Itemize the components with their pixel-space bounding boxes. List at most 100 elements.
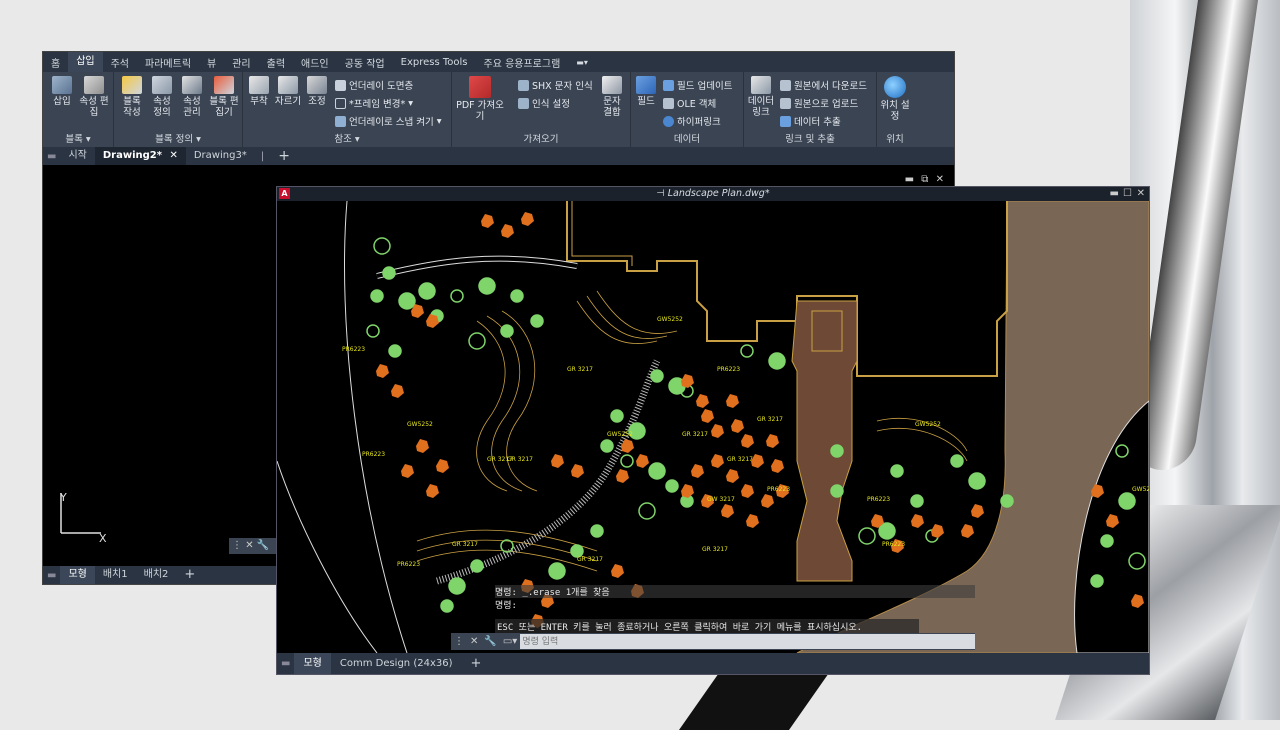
group-location: 위치 설정 위치 [877, 72, 913, 147]
shrub-symbol [931, 524, 944, 538]
field-button[interactable]: 필드 [633, 76, 659, 107]
plant-label: PR6223 [362, 451, 385, 458]
update-icon [663, 79, 674, 91]
field-label: 필드 [637, 96, 655, 107]
x-axis-label: X [99, 532, 107, 545]
customize-wrench-icon[interactable]: 🔧 [257, 540, 269, 551]
tab-output[interactable]: 출력 [259, 55, 293, 70]
plant-label: GR 3217 [682, 431, 708, 438]
hyperlink-item[interactable]: 하이퍼링크 [663, 114, 721, 128]
tab-home[interactable]: 홈 [43, 55, 68, 70]
tab-featured-apps[interactable]: 주요 응용프로그램 [476, 55, 569, 70]
attach-label: 부착 [250, 96, 268, 107]
frame-change-item[interactable]: *프레임 변경* ▾ [335, 96, 413, 110]
new-tab-plus-icon[interactable]: + [270, 147, 298, 165]
clip-button[interactable]: 자르기 [273, 76, 303, 107]
data-link-button[interactable]: 데이터 링크 [746, 76, 776, 118]
close-command-icon[interactable]: ✕ [467, 636, 481, 647]
shrub-symbol [681, 374, 694, 388]
tab-express-tools[interactable]: Express Tools [393, 57, 476, 68]
tab-collaborate[interactable]: 공동 작업 [337, 55, 393, 70]
manage-attributes-icon [182, 76, 202, 94]
minimize-icon[interactable]: ▬ [905, 174, 914, 185]
tab-annotate[interactable]: 주석 [103, 55, 137, 70]
plant-label: GW 3217 [707, 496, 735, 503]
maximize-icon[interactable]: ☐ [1123, 187, 1132, 201]
plant-label: PR6223 [767, 486, 790, 493]
group-label-location: 위치 [886, 134, 904, 145]
adjust-button[interactable]: 조정 [303, 76, 331, 107]
snap-underlay-item[interactable]: 언더레이로 스냅 켜기 ▾ [335, 114, 441, 128]
upload-source-item[interactable]: 원본으로 업로드 [780, 96, 858, 110]
group-label-block[interactable]: 블록 ▾ [43, 131, 113, 145]
panel-toggle-icon[interactable]: ▬▾ [568, 58, 596, 67]
tab-start[interactable]: 시작 [60, 147, 94, 165]
recognition-settings-item[interactable]: 인식 설정 [518, 96, 570, 110]
set-location-button[interactable]: 위치 설정 [880, 76, 910, 122]
tab-drawing2[interactable]: Drawing2* ✕ [94, 147, 186, 165]
tree-symbol [910, 494, 924, 508]
drawing-canvas[interactable]: PR6223 GW5252 GR 3217 GW5252 GR 3217 PR6223 GR… [277, 201, 1149, 653]
tree-symbol [878, 522, 896, 540]
tab-view[interactable]: 뷰 [199, 55, 224, 70]
update-fields-item[interactable]: 필드 업데이트 [663, 78, 732, 92]
close-icon[interactable]: ✕ [169, 150, 177, 161]
tab-layout2[interactable]: 배치2 [136, 566, 177, 584]
group-label-block-def[interactable]: 블록 정의 ▾ [114, 131, 242, 145]
y-axis-label: Y [59, 491, 67, 504]
pdf-icon [469, 76, 491, 98]
close-window-icon[interactable]: ✕ [1137, 187, 1145, 201]
edit-attribute-icon [84, 76, 104, 94]
download-source-item[interactable]: 원본에서 다운로드 [780, 78, 867, 92]
add-layout-plus-icon[interactable]: + [176, 566, 203, 584]
command-prompt-icon[interactable]: ▭▾ [500, 636, 520, 647]
tab-drawing3[interactable]: Drawing3* [186, 147, 255, 165]
pdf-import-button[interactable]: PDF 가져오기 [456, 76, 504, 122]
title-bar: A ⊣ Landscape Plan.dwg* ▬ ☐ ✕ [277, 187, 1149, 201]
plant-label: PR6223 [882, 541, 905, 548]
create-block-button[interactable]: 블록 작성 [118, 76, 146, 118]
plant-label: GW5252 [915, 421, 941, 428]
tab-comm-design[interactable]: Comm Design (24x36) [331, 653, 462, 674]
decor-shape [678, 670, 832, 730]
shrub-symbol [481, 214, 494, 228]
ole-object-item[interactable]: OLE 객체 [663, 96, 716, 110]
group-label-reference[interactable]: 참조 ▾ [243, 131, 451, 145]
tree-symbol [1090, 574, 1104, 588]
tab-manage[interactable]: 관리 [224, 55, 258, 70]
close-window-icon[interactable]: ✕ [936, 174, 944, 185]
central-walkway [791, 300, 858, 582]
underlay-layers-item[interactable]: 언더레이 도면층 [335, 78, 413, 92]
tree-symbol [470, 559, 484, 573]
close-command-icon[interactable]: ✕ [245, 540, 253, 551]
group-label-text: 블록 [65, 134, 83, 145]
command-input[interactable] [520, 634, 975, 649]
tab-parametric[interactable]: 파라메트릭 [137, 55, 199, 70]
shrub-symbol [741, 434, 754, 448]
ribbon-panel: 삽입 속성 편집 블록 ▾ 블록 작성 속성 정의 속성 관리 블록 편집기 블… [43, 72, 954, 147]
tab-model[interactable]: 모형 [294, 653, 331, 674]
group-label-text: 참조 [334, 134, 352, 145]
edit-attribute-button[interactable]: 속성 편집 [79, 76, 109, 118]
combine-text-button[interactable]: 문자 결합 [598, 76, 626, 118]
customize-wrench-icon[interactable]: 🔧 [481, 636, 499, 647]
tab-layout1[interactable]: 배치1 [95, 566, 136, 584]
block-editor-button[interactable]: 블록 편집기 [208, 76, 240, 118]
data-extract-item[interactable]: 데이터 추출 [780, 114, 841, 128]
add-layout-plus-icon[interactable]: + [462, 653, 491, 674]
define-attribute-button[interactable]: 속성 정의 [148, 76, 176, 118]
manage-attributes-button[interactable]: 속성 관리 [178, 76, 206, 118]
shx-recognition-label: SHX 문자 인식 [532, 81, 593, 92]
shrub-symbol [771, 459, 784, 473]
adjust-icon [307, 76, 327, 94]
attach-button[interactable]: 부착 [245, 76, 273, 107]
tree-symbol [768, 352, 786, 370]
minimize-icon[interactable]: ▬ [1110, 187, 1119, 201]
insert-button[interactable]: 삽입 [47, 76, 77, 107]
shrub-symbol [426, 484, 439, 498]
restore-icon[interactable]: ⧉ [921, 174, 928, 185]
tab-model[interactable]: 모형 [60, 566, 95, 584]
tab-addins[interactable]: 애드인 [293, 55, 337, 70]
tab-insert[interactable]: 삽입 [68, 52, 103, 72]
shx-recognition-item[interactable]: SHX 문자 인식 [518, 78, 593, 92]
